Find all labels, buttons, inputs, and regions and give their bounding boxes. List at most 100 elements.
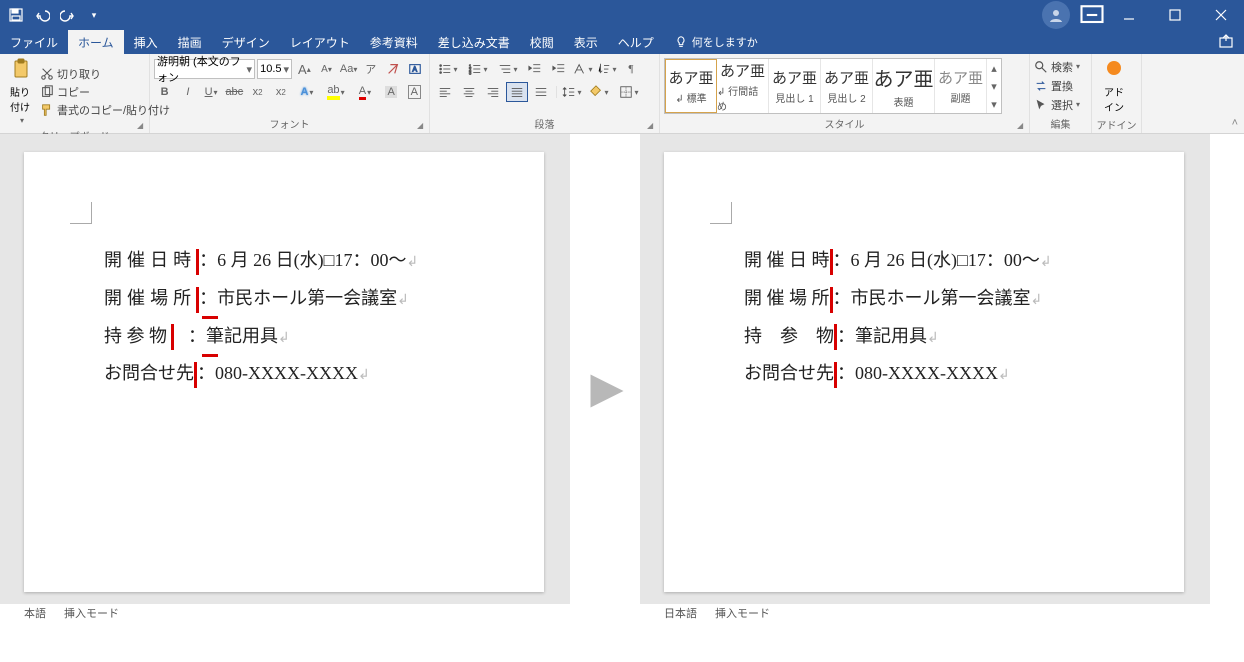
status-language[interactable]: 日本語 — [664, 605, 697, 621]
line-spacing-icon[interactable] — [561, 82, 583, 102]
find-button[interactable]: 検索▾ — [1034, 59, 1080, 75]
group-clipboard: 貼り付け ▾ 切り取り コピー 書式のコピー/貼り付け クリップボード ◢ — [0, 54, 150, 133]
show-marks-icon[interactable]: ¶ — [620, 59, 642, 79]
document-area[interactable]: 開催日時：6 月 26 日(水)□17：00～↲ 開催場所：市民ホール第一会議室… — [0, 134, 570, 604]
doc-line: 開催場所：市民ホール第一会議室↲ — [104, 280, 544, 318]
tab-view[interactable]: 表示 — [564, 30, 608, 54]
tab-mailings[interactable]: 差し込み文書 — [428, 30, 520, 54]
tab-file[interactable]: ファイル — [0, 30, 68, 54]
style-no-spacing[interactable]: あア亜↲ 行間詰め — [717, 59, 769, 113]
font-name-combo[interactable]: 游明朝 (本文のフォン▾ — [154, 59, 255, 79]
window-controls — [1106, 0, 1244, 30]
dialog-launcher-icon[interactable]: ◢ — [647, 121, 657, 131]
increase-indent-icon[interactable] — [548, 59, 570, 79]
change-case-icon[interactable]: Aa▾ — [339, 59, 359, 79]
tab-help[interactable]: ヘルプ — [608, 30, 664, 54]
grow-font-icon[interactable]: A▴ — [294, 59, 314, 79]
clear-formatting-icon[interactable] — [383, 59, 403, 79]
align-right-icon[interactable] — [482, 82, 504, 102]
style-title[interactable]: あア亜表題 — [873, 59, 935, 113]
tab-layout[interactable]: レイアウト — [280, 30, 360, 54]
lightbulb-icon — [674, 35, 688, 49]
font-color-icon[interactable]: A — [351, 82, 378, 102]
strikethrough-icon[interactable]: abc — [224, 82, 245, 102]
close-button[interactable] — [1198, 0, 1244, 30]
style-heading1[interactable]: あア亜見出し 1 — [769, 59, 821, 113]
crop-mark-icon — [710, 202, 732, 224]
phonetic-guide-icon[interactable]: ア — [361, 59, 381, 79]
style-heading2[interactable]: あア亜見出し 2 — [821, 59, 873, 113]
italic-icon[interactable]: I — [177, 82, 198, 102]
tab-home[interactable]: ホーム — [68, 30, 124, 54]
asian-layout-icon[interactable] — [572, 59, 594, 79]
tab-insert[interactable]: 挿入 — [124, 30, 168, 54]
group-editing: 検索▾ 置換 選択▾ 編集 — [1030, 54, 1092, 133]
crop-mark-icon — [70, 202, 92, 224]
pane-before: 開催日時：6 月 26 日(水)□17：00～↲ 開催場所：市民ホール第一会議室… — [0, 134, 570, 622]
group-label: アドイン — [1096, 116, 1137, 134]
tab-references[interactable]: 参考資料 — [360, 30, 428, 54]
red-step-marker — [202, 354, 218, 357]
align-center-icon[interactable] — [458, 82, 480, 102]
styles-gallery[interactable]: あア亜↲ 標準 あア亜↲ 行間詰め あア亜見出し 1 あア亜見出し 2 あア亜表… — [664, 58, 1002, 114]
group-label: 段落 — [434, 115, 655, 133]
shading-icon[interactable] — [585, 82, 613, 102]
group-label: フォント — [154, 115, 425, 133]
pane-after: 開 催 日 時：6 月 26 日(水)□17：00～↲ 開 催 場 所：市民ホー… — [640, 134, 1210, 622]
tab-design[interactable]: デザイン — [212, 30, 280, 54]
bold-icon[interactable]: B — [154, 82, 175, 102]
save-icon[interactable] — [8, 7, 24, 23]
font-size-combo[interactable]: 10.5▾ — [257, 59, 292, 79]
account-avatar-icon[interactable] — [1042, 1, 1070, 29]
replace-button[interactable]: 置換 — [1034, 78, 1080, 94]
select-button[interactable]: 選択▾ — [1034, 97, 1080, 113]
paste-button[interactable]: 貼り付け ▾ — [4, 56, 40, 127]
dialog-launcher-icon[interactable]: ◢ — [1017, 121, 1027, 131]
distribute-icon[interactable] — [530, 82, 552, 102]
quick-access-toolbar: ▾ — [0, 7, 110, 23]
dialog-launcher-icon[interactable]: ◢ — [137, 121, 147, 131]
text-effects-icon[interactable]: A — [293, 82, 320, 102]
bullets-icon[interactable] — [434, 59, 462, 79]
shrink-font-icon[interactable]: A▾ — [316, 59, 336, 79]
undo-icon[interactable] — [34, 7, 50, 23]
group-paragraph: 123 ¶ 段落 ◢ — [430, 54, 660, 133]
subscript-icon[interactable]: x2 — [247, 82, 268, 102]
page: 開 催 日 時：6 月 26 日(水)□17：00～↲ 開 催 場 所：市民ホー… — [664, 152, 1184, 592]
dialog-launcher-icon[interactable]: ◢ — [417, 121, 427, 131]
qat-customize-icon[interactable]: ▾ — [86, 7, 102, 23]
document-area[interactable]: 開 催 日 時：6 月 26 日(水)□17：00～↲ 開 催 場 所：市民ホー… — [640, 134, 1210, 604]
tab-review[interactable]: 校閲 — [520, 30, 564, 54]
decrease-indent-icon[interactable] — [524, 59, 546, 79]
style-normal[interactable]: あア亜↲ 標準 — [665, 59, 717, 113]
tell-me[interactable]: 何をしますか — [664, 30, 768, 54]
sort-icon[interactable] — [596, 59, 618, 79]
status-bar: 本語 挿入モード — [0, 604, 570, 622]
status-language[interactable]: 本語 — [24, 605, 46, 621]
status-mode[interactable]: 挿入モード — [715, 605, 770, 621]
highlight-icon[interactable]: ab — [322, 82, 349, 102]
status-mode[interactable]: 挿入モード — [64, 605, 119, 621]
justify-icon[interactable] — [506, 82, 528, 102]
numbering-icon[interactable]: 123 — [464, 59, 492, 79]
addins-button[interactable]: アド イン — [1096, 56, 1132, 116]
enclose-characters-icon[interactable]: A — [405, 59, 425, 79]
tab-draw[interactable]: 描画 — [168, 30, 212, 54]
collapse-ribbon-icon[interactable]: ˄ — [1232, 117, 1238, 129]
addin-icon — [1102, 58, 1126, 82]
character-shading-icon[interactable]: A — [381, 82, 402, 102]
ribbon-display-options-icon[interactable] — [1078, 1, 1106, 29]
styles-more[interactable]: ▴▾▾ — [987, 59, 1001, 113]
minimize-button[interactable] — [1106, 0, 1152, 30]
underline-icon[interactable]: U — [200, 82, 221, 102]
superscript-icon[interactable]: x2 — [270, 82, 291, 102]
style-subtitle[interactable]: あア亜副題 — [935, 59, 987, 113]
borders-icon[interactable] — [615, 82, 643, 102]
character-border-icon[interactable]: A — [404, 82, 425, 102]
maximize-button[interactable] — [1152, 0, 1198, 30]
align-left-icon[interactable] — [434, 82, 456, 102]
redo-icon[interactable] — [60, 7, 76, 23]
workspace: 開催日時：6 月 26 日(水)□17：00～↲ 開催場所：市民ホール第一会議室… — [0, 134, 1244, 662]
multilevel-list-icon[interactable] — [494, 59, 522, 79]
share-icon[interactable] — [1218, 33, 1234, 52]
